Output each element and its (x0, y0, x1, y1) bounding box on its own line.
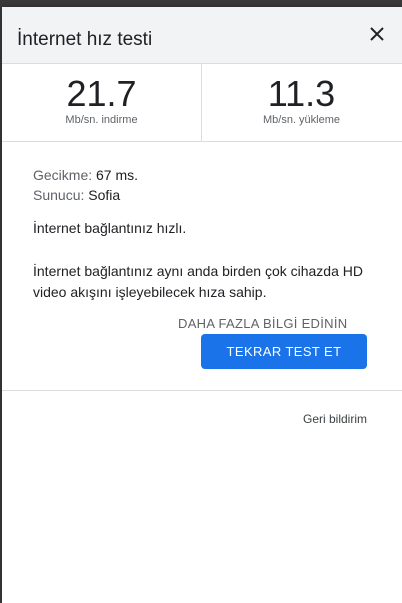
upload-result: 11.3 Mb/sn. yükleme (202, 64, 401, 141)
speed-description: İnternet bağlantınız aynı anda birden ço… (33, 263, 363, 300)
results-panel: 21.7 Mb/sn. indirme 11.3 Mb/sn. yükleme (2, 64, 402, 142)
latency-label: Gecikme: (33, 167, 93, 183)
close-button[interactable] (364, 21, 390, 47)
retest-button[interactable]: TEKRAR TEST ET (201, 334, 367, 369)
upload-value: 11.3 (267, 73, 336, 114)
dialog-header: İnternet hız testi (2, 7, 402, 64)
download-value: 21.7 (66, 73, 137, 114)
server-row: Sunucu: Sofia (33, 185, 378, 205)
dialog-title: İnternet hız testi (17, 29, 153, 50)
upload-unit: Mb/sn. yükleme (262, 114, 341, 126)
details-section: Gecikme: 67 ms. Sunucu: Sofia İnternet b… (33, 165, 378, 300)
server-label: Sunucu: (33, 187, 85, 203)
latency-row: Gecikme: 67 ms. (33, 165, 378, 185)
learn-more-link[interactable]: DAHA FAZLA BİLGİ EDİNİN (178, 316, 347, 331)
latency-value: 67 ms. (96, 167, 139, 183)
close-icon (370, 27, 384, 41)
divider (2, 390, 402, 391)
download-result: 21.7 Mb/sn. indirme (2, 64, 202, 141)
speed-test-dialog: İnternet hız testi 21.7 Mb/sn. indirme 1… (2, 7, 402, 603)
feedback-link[interactable]: Geri bildirim (303, 412, 367, 426)
download-unit: Mb/sn. indirme (65, 114, 138, 126)
speed-summary: İnternet bağlantınız hızlı. (33, 220, 187, 236)
server-value: Sofia (88, 187, 121, 203)
